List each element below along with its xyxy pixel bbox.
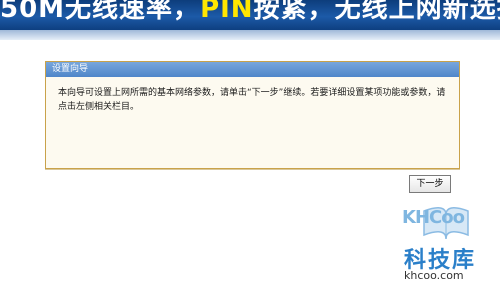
wizard-title: 设置向导	[46, 62, 459, 77]
banner-slogan-pin: PIN	[200, 0, 254, 24]
banner-slogan-part-1: 50M无线速率，	[0, 0, 201, 24]
banner-slogan: 50M无线速率，PIN按紧，无线上网新选择	[0, 0, 500, 25]
wizard-footer	[45, 169, 460, 188]
banner-slogan-part-2: 按紧，无线上网新选择	[253, 0, 500, 24]
wizard-description: 本向导可设置上网所需的基本网络参数，请单击“下一步”继续。若要详细设置某项功能或…	[58, 88, 446, 112]
watermark-url: khcoo.com	[404, 269, 464, 282]
next-button[interactable]: 下一步	[409, 175, 451, 193]
top-banner: 50M无线速率，PIN按紧，无线上网新选择	[0, 0, 500, 30]
watermark-logo-text: KHCoo	[402, 207, 465, 228]
banner-divider	[0, 30, 500, 40]
setup-wizard-panel: 设置向导 本向导可设置上网所需的基本网络参数，请单击“下一步”继续。若要详细设置…	[45, 61, 460, 169]
khcoo-watermark: KHCoo 科技库 khcoo.com	[396, 205, 496, 283]
